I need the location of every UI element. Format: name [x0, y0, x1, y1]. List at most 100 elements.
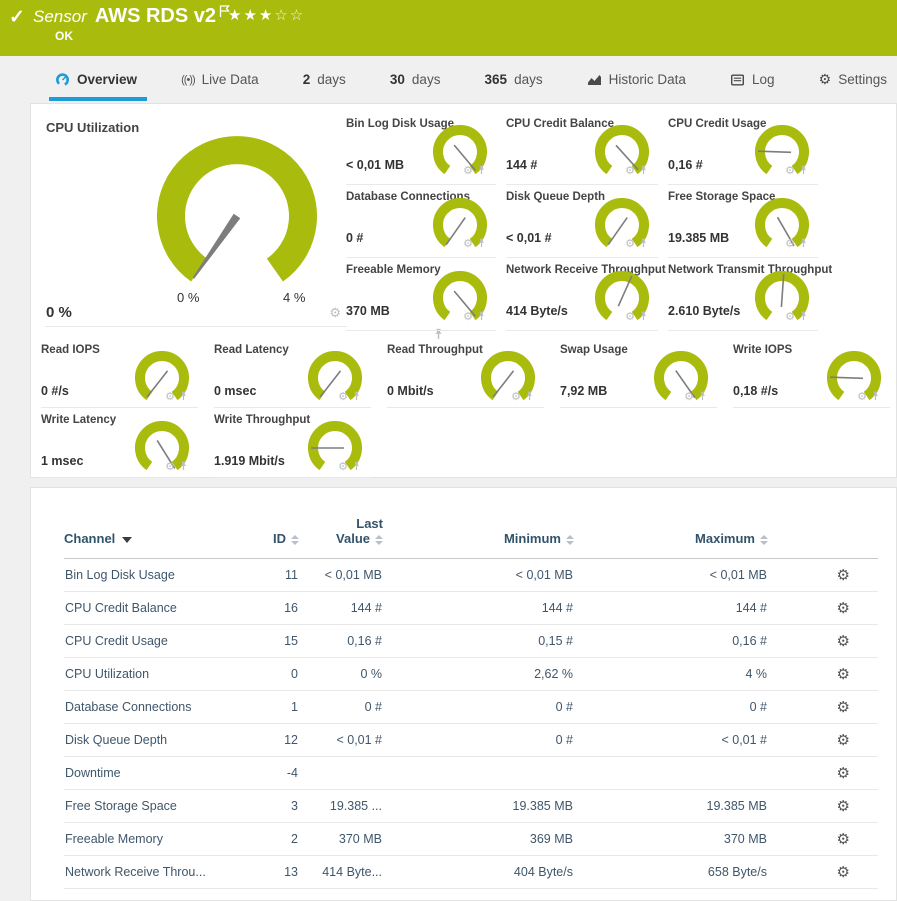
cell-channel: CPU Utilization: [64, 658, 219, 691]
cell-minimum: < 0,01 MB: [383, 559, 574, 592]
cell-maximum: < 0,01 MB: [574, 559, 768, 592]
cell-last-value: [299, 757, 383, 790]
channel-settings-gear-icon[interactable]: ⚙: [837, 666, 850, 683]
gauge-tile-cpu-credit-balance: CPU Credit Balance144 #⚙: [506, 112, 658, 185]
tab-2-days[interactable]: 2days: [303, 68, 346, 91]
gear-icon[interactable]: ⚙: [329, 306, 341, 319]
pin-icon[interactable]: [352, 458, 361, 476]
pin-icon[interactable]: [639, 308, 648, 326]
channel-settings-gear-icon[interactable]: ⚙: [837, 600, 850, 617]
column-header-id[interactable]: ID: [219, 516, 299, 559]
gear-icon[interactable]: ⚙: [785, 166, 795, 177]
gear-icon[interactable]: ⚙: [684, 392, 694, 403]
cell-actions: ⚙: [768, 856, 878, 889]
pin-icon[interactable]: [179, 388, 188, 406]
gear-icon[interactable]: ⚙: [165, 392, 175, 403]
tab-live-data[interactable]: ((•))Live Data: [181, 68, 259, 91]
pin-icon[interactable]: [799, 235, 808, 253]
pin-icon[interactable]: [352, 388, 361, 406]
sensor-name: AWS RDS v2: [95, 5, 216, 27]
gauge-tile-network-transmit-throughput: Network Transmit Throughput2.610 Byte/s⚙: [668, 258, 818, 331]
gauge-tile-icons: ⚙: [338, 388, 361, 406]
channel-settings-gear-icon[interactable]: ⚙: [837, 864, 850, 881]
channel-settings-gear-icon[interactable]: ⚙: [837, 765, 850, 782]
column-header-max[interactable]: Maximum: [574, 516, 768, 559]
cell-minimum: 369 MB: [383, 823, 574, 856]
gear-icon[interactable]: ⚙: [857, 392, 867, 403]
gear-icon[interactable]: ⚙: [625, 239, 635, 250]
cell-channel: CPU Credit Balance: [64, 592, 219, 625]
gear-icon[interactable]: ⚙: [463, 239, 473, 250]
channel-settings-gear-icon[interactable]: ⚙: [837, 567, 850, 584]
channel-settings-gear-icon[interactable]: ⚙: [837, 831, 850, 848]
column-header-last[interactable]: LastValue: [299, 516, 383, 559]
gear-icon[interactable]: ⚙: [165, 462, 175, 473]
cell-channel: Bin Log Disk Usage: [64, 559, 219, 592]
gauge-value: 0,16 #: [668, 158, 703, 172]
cell-id: 3: [219, 790, 299, 823]
tab-30-days[interactable]: 30days: [390, 68, 441, 91]
gauge-tile-free-storage-space: Free Storage Space19.385 MB⚙: [668, 185, 818, 258]
tab-number: 365: [485, 72, 508, 87]
pin-icon[interactable]: [477, 235, 486, 253]
cell-channel: Downtime: [64, 757, 219, 790]
pin-icon[interactable]: [799, 162, 808, 180]
cpu-utilization-gauge: [149, 134, 325, 294]
tab-log[interactable]: Log: [730, 68, 775, 91]
sort-icon: [566, 535, 574, 545]
tab-365-days[interactable]: 365days: [485, 68, 543, 91]
pin-icon[interactable]: [799, 308, 808, 326]
pin-icon[interactable]: [477, 308, 486, 326]
pin-icon[interactable]: [477, 162, 486, 180]
pin-icon[interactable]: [179, 458, 188, 476]
gear-icon[interactable]: ⚙: [785, 239, 795, 250]
sort-icon: [291, 535, 299, 545]
cell-actions: ⚙: [768, 790, 878, 823]
gauge-value: 19.385 MB: [668, 231, 729, 245]
pin-icon[interactable]: [698, 388, 707, 406]
gear-icon[interactable]: ⚙: [463, 166, 473, 177]
gear-icon[interactable]: ⚙: [338, 462, 348, 473]
tab-overview[interactable]: Overview: [55, 68, 137, 91]
gauge-icon: [55, 72, 70, 87]
gear-icon[interactable]: ⚙: [511, 392, 521, 403]
pin-icon[interactable]: [639, 235, 648, 253]
gauge-tile-write-iops: Write IOPS0,18 #/s⚙: [733, 338, 890, 408]
pin-icon[interactable]: [639, 162, 648, 180]
priority-stars[interactable]: ★★★☆☆: [228, 6, 305, 24]
column-label: Last: [299, 516, 383, 531]
gear-icon[interactable]: ⚙: [463, 312, 473, 323]
tab-label: Overview: [77, 72, 137, 87]
gauge-value: 0 Mbit/s: [387, 384, 434, 398]
gauge-tile-icons: ⚙: [684, 388, 707, 406]
gauge-value: 0 #: [346, 231, 363, 245]
sort-icon: [375, 535, 383, 545]
channel-settings-gear-icon[interactable]: ⚙: [837, 732, 850, 749]
channel-settings-gear-icon[interactable]: ⚙: [837, 633, 850, 650]
gauge-scale-max: 4 %: [283, 290, 305, 305]
column-header-channel[interactable]: Channel: [64, 516, 219, 559]
gear-icon[interactable]: ⚙: [785, 312, 795, 323]
sensor-header: ✓ SensorAWS RDS v2 ★★★☆☆ OK: [0, 0, 897, 56]
cell-last-value: 0,16 #: [299, 625, 383, 658]
cell-minimum: 19.385 MB: [383, 790, 574, 823]
pin-icon[interactable]: [871, 388, 880, 406]
tab-historic-data[interactable]: Historic Data: [587, 68, 686, 91]
gear-icon[interactable]: ⚙: [338, 392, 348, 403]
column-header-min[interactable]: Minimum: [383, 516, 574, 559]
gauge-scale-min: 0 %: [177, 290, 199, 305]
gauge-tile-icons: ⚙: [463, 308, 486, 326]
cell-last-value: 144 #: [299, 592, 383, 625]
pin-icon[interactable]: [525, 388, 534, 406]
gauge-value: < 0,01 MB: [346, 158, 404, 172]
cell-id: 2: [219, 823, 299, 856]
gauge-value: 2.610 Byte/s: [668, 304, 740, 318]
cell-last-value: < 0,01 MB: [299, 559, 383, 592]
cell-maximum: 144 #: [574, 592, 768, 625]
channel-settings-gear-icon[interactable]: ⚙: [837, 798, 850, 815]
tab-settings[interactable]: ⚙Settings: [819, 67, 887, 92]
channel-settings-gear-icon[interactable]: ⚙: [837, 699, 850, 716]
gear-icon[interactable]: ⚙: [625, 312, 635, 323]
gauge-title: Write Throughput: [214, 414, 310, 426]
gear-icon[interactable]: ⚙: [625, 166, 635, 177]
